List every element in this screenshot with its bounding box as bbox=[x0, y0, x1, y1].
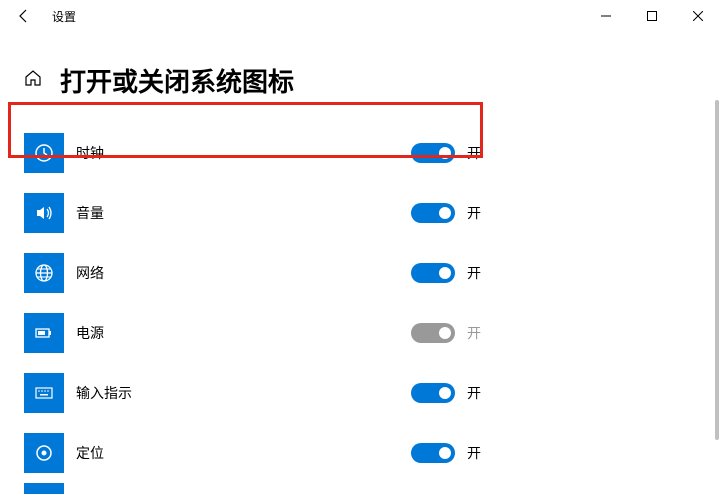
page-title: 打开或关闭系统图标 bbox=[60, 62, 294, 99]
home-button[interactable] bbox=[24, 69, 42, 92]
row-label-power: 电源 bbox=[76, 323, 411, 343]
system-icon-row-clock: 时钟 开 bbox=[24, 123, 697, 183]
toggle-state-label-ime: 开 bbox=[467, 383, 487, 403]
row-label-clock: 时钟 bbox=[76, 143, 411, 163]
close-button[interactable] bbox=[675, 0, 721, 32]
toggle-wrap-volume: 开 bbox=[411, 203, 487, 223]
system-icon-row-network: 网络 开 bbox=[24, 243, 697, 303]
system-icons-list: 时钟开音量开网络开电源开输入指示开定位开 bbox=[0, 123, 721, 494]
toggle-state-label-network: 开 bbox=[467, 263, 487, 283]
row-label-volume: 音量 bbox=[76, 203, 411, 223]
window-controls bbox=[583, 0, 721, 32]
toggle-state-label-volume: 开 bbox=[467, 203, 487, 223]
close-icon bbox=[693, 11, 703, 21]
power-icon bbox=[34, 323, 54, 343]
scrollbar-thumb[interactable] bbox=[715, 100, 719, 440]
power-icon-container bbox=[24, 313, 64, 353]
toggle-knob bbox=[439, 267, 451, 279]
toggle-volume[interactable] bbox=[411, 203, 455, 223]
toggle-wrap-network: 开 bbox=[411, 263, 487, 283]
toggle-wrap-location: 开 bbox=[411, 443, 487, 463]
partial-icon bbox=[24, 483, 64, 494]
row-label-location: 定位 bbox=[76, 443, 411, 463]
toggle-wrap-ime: 开 bbox=[411, 383, 487, 403]
back-button[interactable] bbox=[8, 0, 40, 32]
toggle-knob bbox=[439, 147, 451, 159]
volume-icon-container bbox=[24, 193, 64, 233]
minimize-button[interactable] bbox=[583, 0, 629, 32]
network-icon bbox=[34, 263, 54, 283]
scrollbar[interactable] bbox=[715, 100, 719, 480]
toggle-state-label-location: 开 bbox=[467, 443, 487, 463]
minimize-icon bbox=[601, 11, 611, 21]
toggle-wrap-power: 开 bbox=[411, 323, 487, 343]
toggle-state-label-clock: 开 bbox=[467, 143, 487, 163]
volume-icon bbox=[34, 203, 54, 223]
arrow-left-icon bbox=[16, 8, 32, 24]
network-icon-container bbox=[24, 253, 64, 293]
toggle-wrap-clock: 开 bbox=[411, 143, 487, 163]
toggle-state-label-power: 开 bbox=[467, 323, 487, 343]
toggle-knob bbox=[439, 207, 451, 219]
toggle-knob bbox=[439, 327, 451, 339]
window-title: 设置 bbox=[52, 8, 76, 25]
clock-icon-container bbox=[24, 133, 64, 173]
maximize-button[interactable] bbox=[629, 0, 675, 32]
location-icon-container bbox=[24, 433, 64, 473]
system-icon-row-ime: 输入指示 开 bbox=[24, 363, 697, 423]
toggle-knob bbox=[439, 387, 451, 399]
maximize-icon bbox=[647, 11, 657, 21]
toggle-location[interactable] bbox=[411, 443, 455, 463]
row-label-ime: 输入指示 bbox=[76, 383, 411, 403]
titlebar: 设置 bbox=[0, 0, 721, 32]
toggle-network[interactable] bbox=[411, 263, 455, 283]
toggle-power bbox=[411, 323, 455, 343]
toggle-ime[interactable] bbox=[411, 383, 455, 403]
row-label-network: 网络 bbox=[76, 263, 411, 283]
system-icon-row-location: 定位 开 bbox=[24, 423, 697, 483]
system-icon-row-power: 电源 开 bbox=[24, 303, 697, 363]
toggle-knob bbox=[439, 447, 451, 459]
page-header: 打开或关闭系统图标 bbox=[0, 32, 721, 123]
system-icon-row-partial bbox=[24, 483, 697, 494]
system-icon-row-volume: 音量 开 bbox=[24, 183, 697, 243]
toggle-clock[interactable] bbox=[411, 143, 455, 163]
keyboard-icon bbox=[34, 383, 54, 403]
clock-icon bbox=[34, 143, 54, 163]
home-icon bbox=[24, 69, 42, 87]
keyboard-icon-container bbox=[24, 373, 64, 413]
location-icon bbox=[34, 443, 54, 463]
